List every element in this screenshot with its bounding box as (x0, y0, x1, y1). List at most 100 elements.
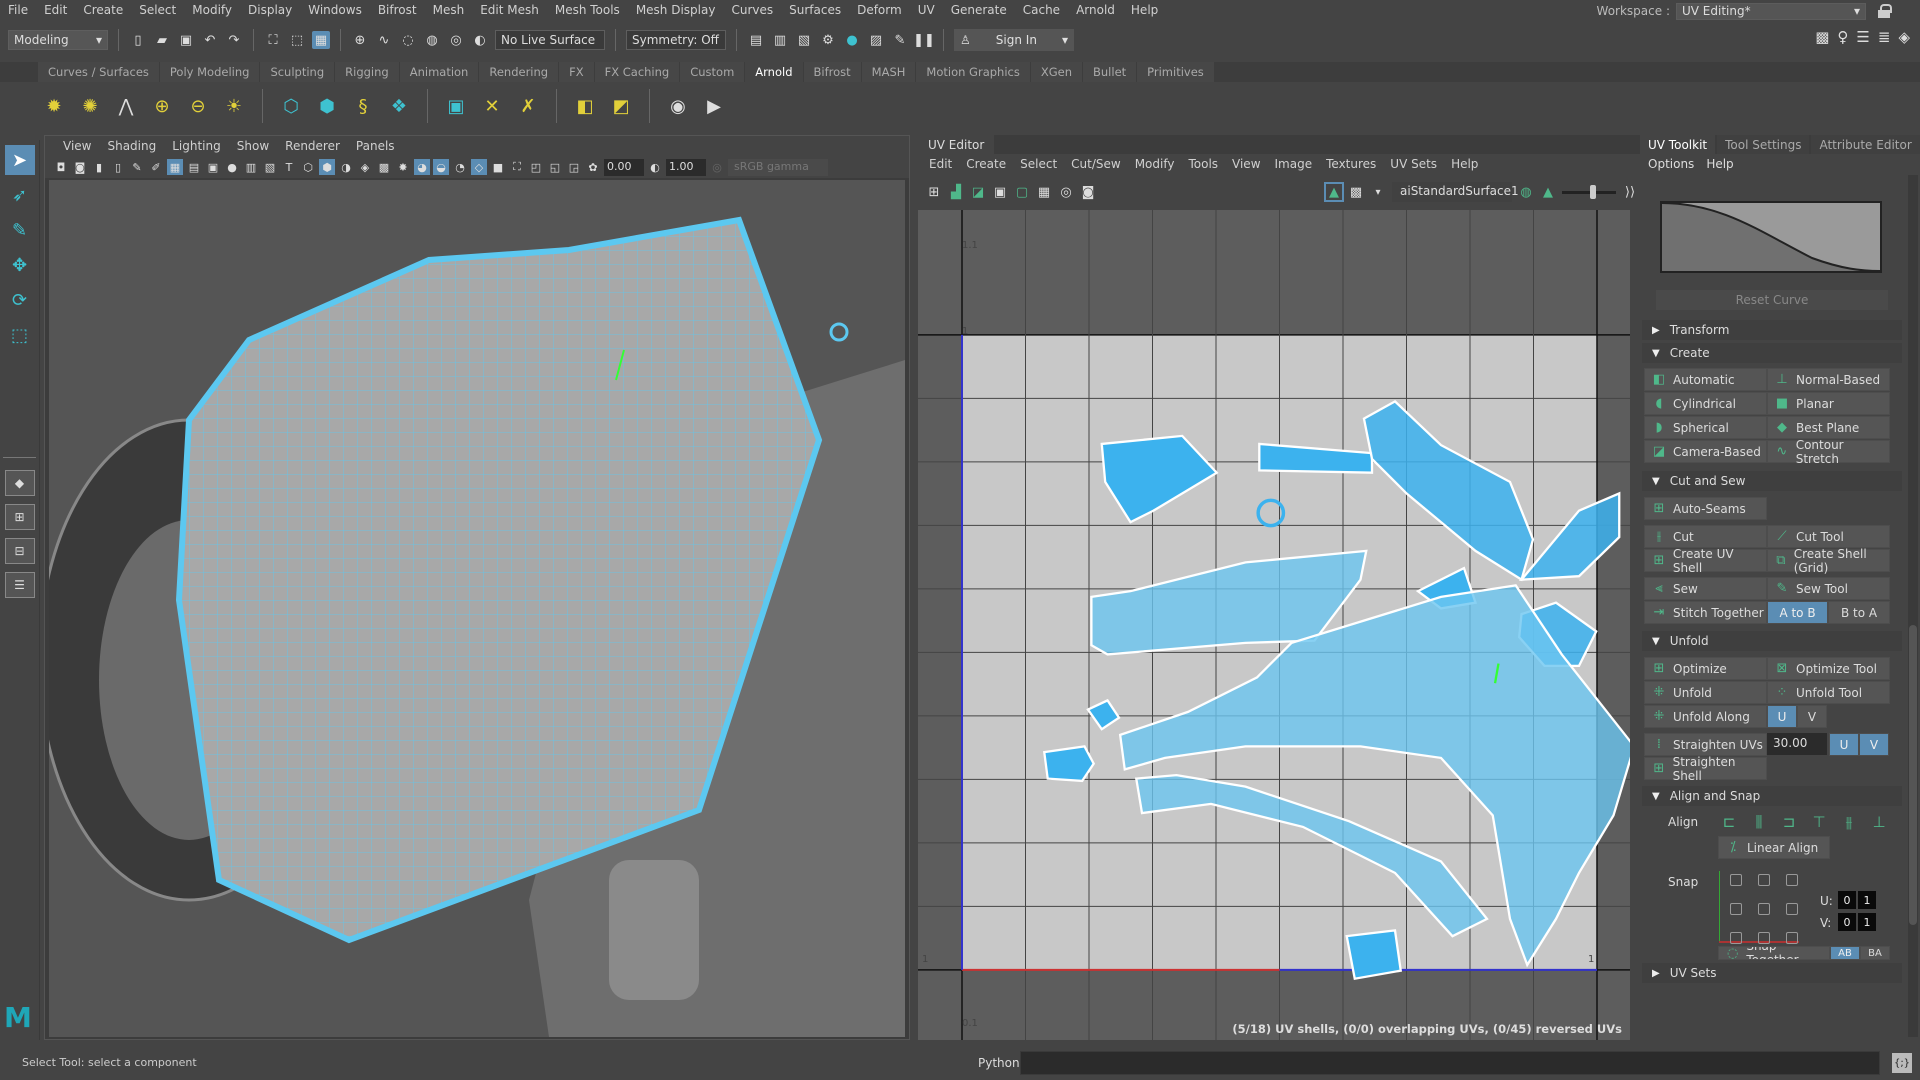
shadows-icon[interactable]: ◕ (414, 159, 430, 175)
exposure-icon[interactable]: ✿ (585, 159, 601, 175)
select-object-icon[interactable]: ⬚ (288, 31, 306, 49)
uv-shell-icon[interactable]: ▟ (948, 184, 964, 200)
straighten-angle-input[interactable]: 30.00 (1767, 733, 1827, 755)
align-top-icon[interactable]: ⊤ (1810, 813, 1828, 831)
toggle-grid-icon[interactable]: ▦ (1036, 184, 1052, 200)
xray-icon[interactable]: ◰ (528, 159, 544, 175)
live-surface-field[interactable]: No Live Surface (495, 30, 605, 50)
image-brightness-slider[interactable] (1562, 184, 1616, 199)
menu-select[interactable]: Select (131, 3, 184, 17)
menu-bifrost[interactable]: Bifrost (370, 3, 425, 17)
menu-generate[interactable]: Generate (943, 3, 1015, 17)
frame-selected-icon[interactable]: ▢ (1014, 184, 1030, 200)
menu-windows[interactable]: Windows (300, 3, 370, 17)
script-editor-icon[interactable]: {;} (1892, 1053, 1912, 1073)
use-all-lights-icon[interactable]: ✸ (395, 159, 411, 175)
shelf-tab-arnold[interactable]: Arnold (745, 62, 803, 82)
shader-icon[interactable]: ◧ (571, 92, 599, 120)
automatic-button[interactable]: ◧ Automatic (1644, 368, 1767, 391)
uv-menu-textures[interactable]: Textures (1319, 157, 1383, 171)
unfold-tool-button[interactable]: ⁘ Unfold Tool (1767, 681, 1890, 704)
uv-editor-view[interactable]: 1.1 1 1 1 0.1 (5/18) UV shells, (0/0) ov… (918, 210, 1630, 1040)
viewport-menu-renderer[interactable]: Renderer (277, 139, 348, 153)
normal-based-button[interactable]: ⊥ Normal-Based (1767, 368, 1890, 391)
uv-menu-modify[interactable]: Modify (1128, 157, 1182, 171)
linear-align-button[interactable]: ⁒ Linear Align (1718, 836, 1830, 859)
default-material-icon[interactable]: ◑ (338, 159, 354, 175)
uv-snapshot-icon[interactable]: ◙ (1080, 184, 1096, 200)
snap-surface-icon[interactable]: ◎ (447, 31, 465, 49)
play-icon[interactable]: ▶ (700, 92, 728, 120)
viewport-menu-shading[interactable]: Shading (99, 139, 164, 153)
uv-menu-help[interactable]: Help (1444, 157, 1485, 171)
menu-curves[interactable]: Curves (723, 3, 781, 17)
unfold-along-button[interactable]: ⁜ Unfold Along (1644, 705, 1767, 728)
snap-bottom-right-checkbox[interactable] (1786, 932, 1798, 944)
ipr-render-icon[interactable]: ▧ (795, 31, 813, 49)
safe-action-icon[interactable]: ▧ (262, 159, 278, 175)
uv-menu-image[interactable]: Image (1268, 157, 1320, 171)
color-management-icon[interactable]: ◎ (709, 159, 725, 175)
two-view-layout-icon[interactable]: ⊟ (4, 538, 35, 564)
shelf-tab-rigging[interactable]: Rigging (335, 62, 399, 82)
open-scene-icon[interactable]: ▰ (153, 31, 171, 49)
sew-tool-button[interactable]: ✎ Sew Tool (1767, 577, 1890, 600)
shelf-tab-poly-modeling[interactable]: Poly Modeling (159, 62, 260, 82)
optimize-button[interactable]: ⊞ Optimize (1644, 657, 1767, 680)
menu-mesh-display[interactable]: Mesh Display (628, 3, 724, 17)
tx-manager-icon[interactable]: ✕ (478, 92, 506, 120)
straighten-u-toggle[interactable]: U (1829, 733, 1859, 756)
stitch-together-button[interactable]: ⇥ Stitch Together (1644, 601, 1767, 624)
standin-export-icon[interactable]: ⬢ (313, 92, 341, 120)
tab-attribute-editor[interactable]: Attribute Editor (1811, 135, 1920, 154)
flush-cache-icon[interactable]: ✗ (514, 92, 542, 120)
menu-file[interactable]: File (0, 3, 36, 17)
screen-space-ao-icon[interactable]: ◒ (433, 159, 449, 175)
shelf-tab-bifrost[interactable]: Bifrost (803, 62, 861, 82)
unfold-along-u-toggle[interactable]: U (1767, 705, 1797, 728)
straighten-v-toggle[interactable]: V (1859, 733, 1889, 756)
cut-button[interactable]: ⫲ Cut (1644, 525, 1767, 548)
align-left-icon[interactable]: ⊏ (1720, 813, 1738, 831)
script-language-toggle[interactable]: Python (978, 1056, 1020, 1070)
3d-scene[interactable] (49, 180, 905, 1037)
shelf-tab-fx-caching[interactable]: FX Caching (594, 62, 680, 82)
new-scene-icon[interactable]: ▯ (129, 31, 147, 49)
shelf-tab-sculpting[interactable]: Sculpting (260, 62, 335, 82)
shelf-tab-motion-graphics[interactable]: Motion Graphics (916, 62, 1030, 82)
move-tool-icon[interactable]: ✥ (5, 250, 35, 280)
shelf-tab-rendering[interactable]: Rendering (479, 62, 559, 82)
gamma-field[interactable]: 1.00 (666, 158, 706, 176)
outliner-layout-icon[interactable]: ☰ (4, 572, 35, 598)
toolkit-menu-help[interactable]: Help (1700, 157, 1739, 171)
create-shell-grid-button[interactable]: ⧉ Create Shell (Grid) (1767, 547, 1890, 575)
anti-aliasing-icon[interactable]: ◇ (471, 159, 487, 175)
physical-sky-icon[interactable]: ☀ (220, 92, 248, 120)
rotate-tool-icon[interactable]: ⟳ (5, 285, 35, 315)
menu-set-dropdown[interactable]: Modeling ▾ (8, 30, 108, 50)
grease-pencil-icon[interactable]: ✐ (148, 159, 164, 175)
viewport-menu-show[interactable]: Show (229, 139, 277, 153)
camera-attributes-icon[interactable]: ◙ (72, 159, 88, 175)
cut-tool-button[interactable]: ⟋ Cut Tool (1767, 525, 1890, 548)
menu-surfaces[interactable]: Surfaces (781, 3, 849, 17)
menu-edit[interactable]: Edit (36, 3, 75, 17)
resolution-gate-icon[interactable]: ▣ (205, 159, 221, 175)
uv-toolkit-scrollbar[interactable] (1908, 175, 1918, 1037)
isolate-select-icon[interactable]: ⛶ (509, 159, 525, 175)
toolbar-expand-icon[interactable]: ⟩⟩ (1622, 184, 1638, 200)
section-unfold[interactable]: ▼ Unfold (1642, 631, 1902, 651)
attribute-editor-icon[interactable]: ☰ (1856, 28, 1869, 46)
snap-ab-toggle[interactable]: AB (1830, 946, 1860, 960)
2d-pan-zoom-icon[interactable]: ✎ (129, 159, 145, 175)
toolkit-menu-options[interactable]: Options (1642, 157, 1700, 171)
film-gate-icon[interactable]: ▤ (186, 159, 202, 175)
select-component-icon[interactable]: ▦ (312, 31, 330, 49)
menu-mesh[interactable]: Mesh (425, 3, 473, 17)
character-controls-icon[interactable]: ♀ (1837, 28, 1848, 46)
shelf-tab-animation[interactable]: Animation (399, 62, 479, 82)
snap-middle-right-checkbox[interactable] (1786, 903, 1798, 915)
menu-uv[interactable]: UV (910, 3, 943, 17)
best-plane-button[interactable]: ◆ Best Plane (1767, 416, 1890, 439)
scrollbar-thumb[interactable] (1909, 625, 1917, 925)
